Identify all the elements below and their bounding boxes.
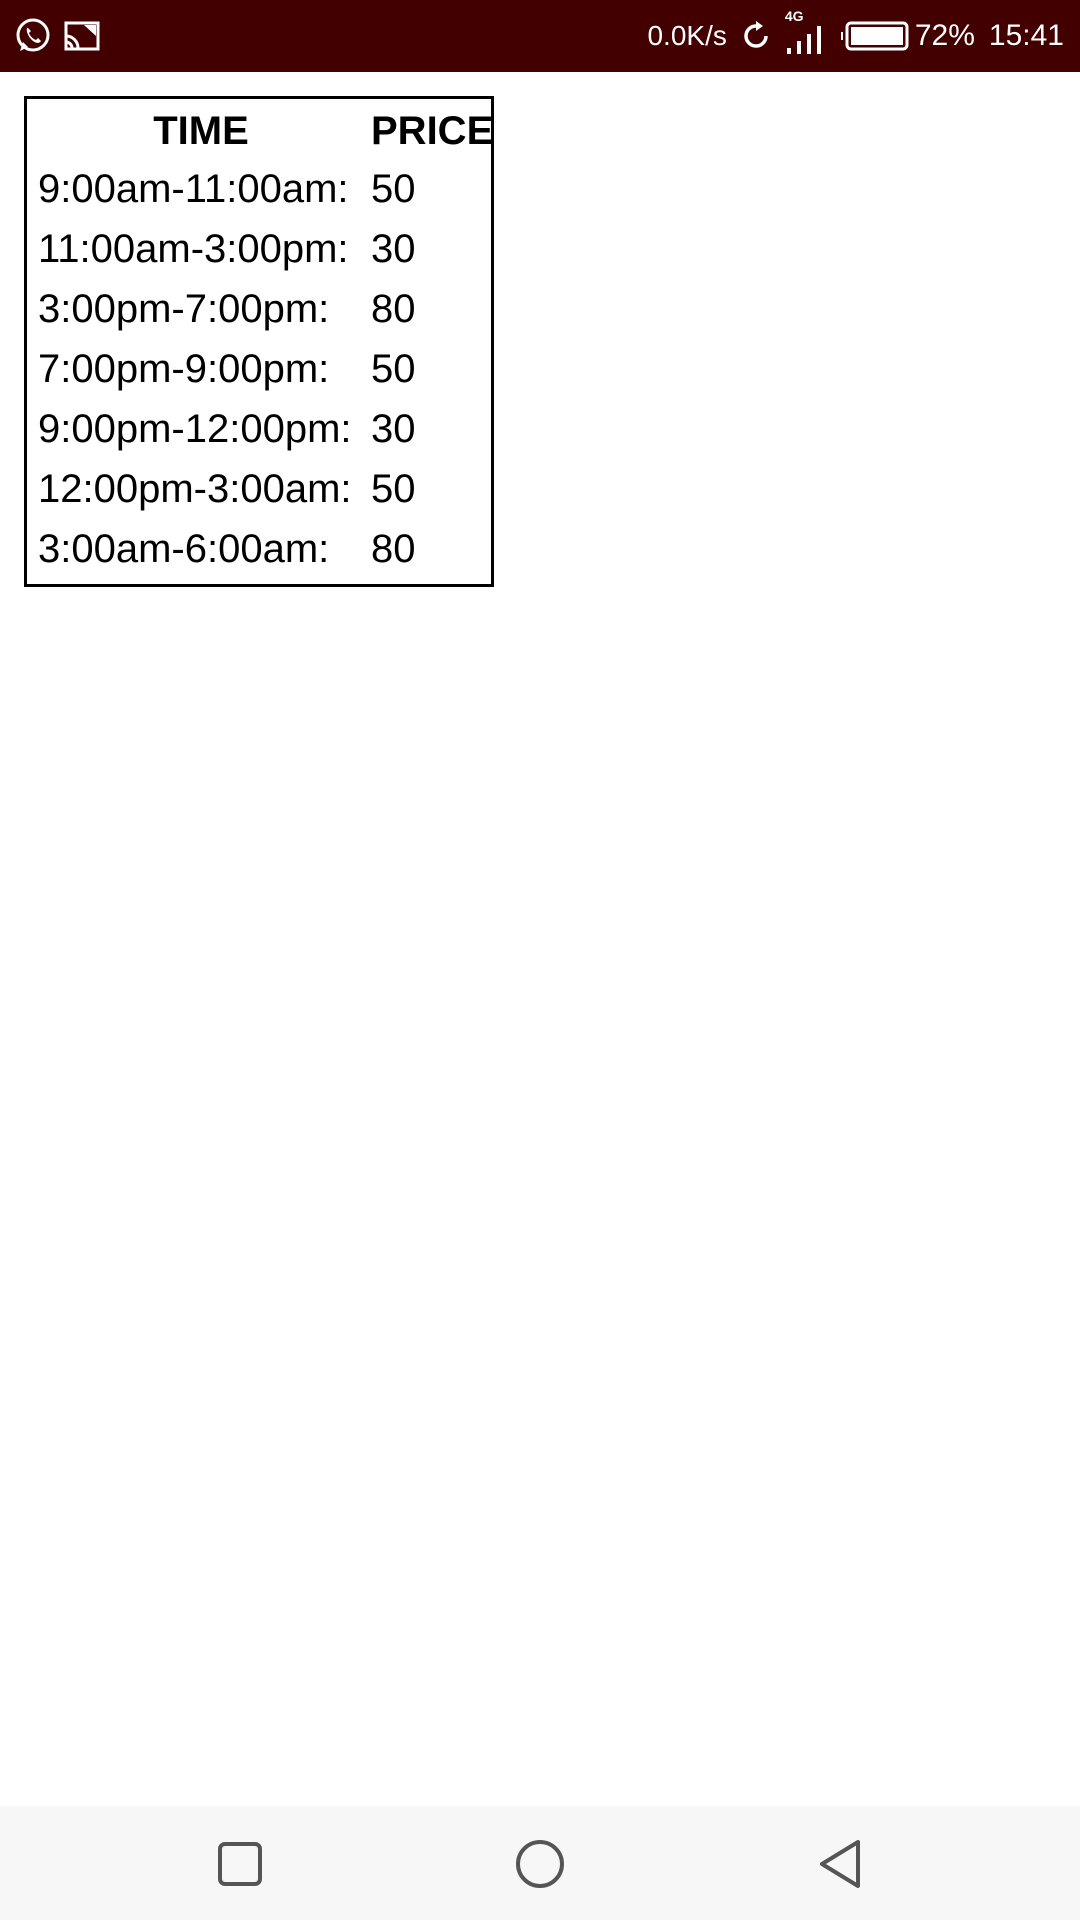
notification-icons bbox=[0, 17, 100, 55]
whatsapp-icon bbox=[14, 17, 52, 55]
time-cell: 3:00pm-7:00pm: bbox=[38, 287, 330, 331]
network-speed: 0.0K/s bbox=[647, 20, 727, 51]
time-column-header: TIME bbox=[153, 109, 249, 153]
time-cell: 7:00pm-9:00pm: bbox=[38, 347, 330, 391]
recent-apps-icon bbox=[218, 1842, 262, 1886]
cast-screen-icon bbox=[64, 20, 100, 52]
table-row: 12:00pm-3:00am: 50 bbox=[27, 459, 491, 519]
battery-icon bbox=[840, 20, 911, 52]
table-row: 7:00pm-9:00pm: 50 bbox=[27, 339, 491, 399]
table-row: 11:00am-3:00pm: 30 bbox=[27, 219, 491, 279]
time-cell: 9:00am-11:00am: bbox=[38, 167, 349, 211]
signal-4g-icon: 4G bbox=[785, 8, 827, 58]
price-cell: 50 bbox=[371, 347, 416, 391]
table-row: 9:00pm-12:00pm: 30 bbox=[27, 399, 491, 459]
table-header: TIME PRICE bbox=[27, 99, 494, 159]
price-cell: 30 bbox=[371, 407, 416, 451]
price-cell: 30 bbox=[371, 227, 416, 271]
time-cell: 9:00pm-12:00pm: bbox=[38, 407, 352, 451]
system-status: 0.0K/s 4G 72% 15:41 bbox=[647, 8, 1080, 58]
time-cell: 12:00pm-3:00am: bbox=[38, 467, 352, 511]
price-cell: 50 bbox=[371, 167, 416, 211]
price-column-header: PRICE bbox=[371, 109, 494, 153]
price-cell: 50 bbox=[371, 467, 416, 511]
home-icon bbox=[516, 1840, 564, 1888]
recent-apps-button[interactable] bbox=[210, 1836, 270, 1892]
status-bar: 0.0K/s 4G 72% 15:41 bbox=[0, 0, 1080, 72]
price-table: TIME PRICE 9:00am-11:00am: 50 11:00am-3:… bbox=[24, 96, 494, 587]
time-cell: 11:00am-3:00pm: bbox=[38, 227, 349, 271]
back-button[interactable] bbox=[810, 1836, 870, 1892]
battery-percent: 72% bbox=[914, 19, 975, 52]
table-row: 9:00am-11:00am: 50 bbox=[27, 159, 491, 219]
table-row: 3:00am-6:00am: 80 bbox=[27, 519, 491, 579]
time-cell: 3:00am-6:00am: bbox=[38, 527, 330, 571]
home-button[interactable] bbox=[510, 1836, 570, 1892]
price-cell: 80 bbox=[371, 527, 416, 571]
sync-icon bbox=[741, 21, 771, 51]
clock: 15:41 bbox=[988, 19, 1064, 52]
price-cell: 80 bbox=[371, 287, 416, 331]
back-icon bbox=[820, 1840, 860, 1888]
navigation-bar bbox=[0, 1806, 1080, 1920]
table-row: 3:00pm-7:00pm: 80 bbox=[27, 279, 491, 339]
